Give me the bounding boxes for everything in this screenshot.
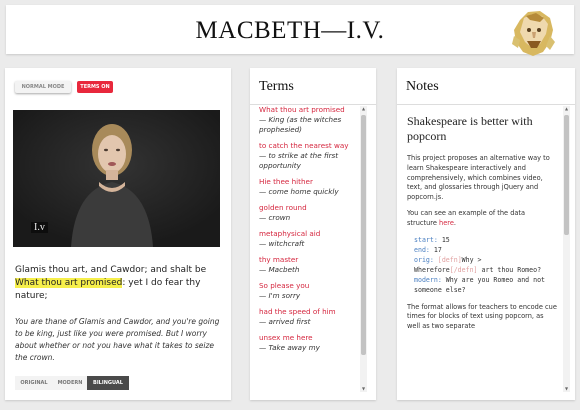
data-structure-link[interactable]: here [439, 219, 454, 227]
notes-text: You can see an example of the data struc… [407, 208, 526, 227]
term-word: What thou art promised [259, 105, 345, 114]
term-word: unsex me here [259, 333, 313, 342]
term-definition: — I'm sorry [259, 291, 301, 300]
term-item[interactable]: unsex me here — Take away my [259, 333, 363, 353]
code-tag: [defn] [437, 255, 462, 264]
term-item[interactable]: Hie thee hither — come home quickly [259, 177, 363, 197]
terms-scroll-thumb[interactable] [361, 115, 366, 355]
scroll-down-arrow-icon[interactable]: ▼ [563, 386, 570, 392]
mode-original-button[interactable]: Original [15, 376, 53, 390]
term-definition: — witchcraft [259, 239, 305, 248]
terms-panel: Terms What thou art promised — King (as t… [250, 68, 376, 400]
play-line-2: What thou art promised: yet I do fear th… [15, 277, 225, 290]
notes-paragraph: This project proposes an alternative way… [407, 154, 550, 202]
scroll-up-arrow-icon[interactable]: ▲ [563, 106, 570, 112]
term-item[interactable]: thy master — Macbeth [259, 255, 363, 275]
code-value: 15 [441, 235, 450, 244]
term-definition: — King (as the witches prophesied) [259, 115, 342, 134]
notes-title: Notes [406, 79, 439, 94]
term-definition: — Take away my [259, 343, 320, 352]
term-definition: — to strike at the first opportunity [259, 151, 339, 170]
code-value: Why > [461, 255, 482, 264]
mode-modern-button[interactable]: Modern [53, 376, 87, 390]
notes-content: Shakespeare is better with popcorn This … [407, 114, 557, 338]
term-item[interactable]: metaphysical aid — witchcraft [259, 229, 363, 249]
video-player[interactable]: I.v [13, 110, 220, 247]
term-word: had the speed of him [259, 307, 336, 316]
notes-scrollbar[interactable]: ▲ ▼ [563, 106, 570, 392]
term-item[interactable]: So please you — I'm sorry [259, 281, 363, 301]
terms-on-button[interactable]: Terms On [77, 81, 113, 93]
normal-mode-button[interactable]: Normal Mode [15, 81, 71, 93]
term-item[interactable]: What thou art promised — King (as the wit… [259, 105, 363, 135]
notes-heading: Shakespeare is better with popcorn [407, 114, 533, 143]
code-key: modern: [414, 275, 442, 284]
play-line-3: nature; [15, 291, 48, 301]
play-line-1: Glamis thou art, and Cawdor; and shalt b… [15, 265, 207, 275]
term-word: So please you [259, 281, 310, 290]
term-word: Hie thee hither [259, 177, 313, 186]
notes-paragraph: The format allows for teachers to encode… [407, 302, 557, 331]
term-word: thy master [259, 255, 299, 264]
video-timestamp: I.v [31, 222, 48, 233]
code-value: 17 [433, 245, 442, 254]
highlighted-term[interactable]: What thou art promised [15, 278, 123, 288]
notes-text: . [453, 218, 456, 227]
term-word: to catch the nearest way [259, 141, 349, 150]
term-word: golden round [259, 203, 307, 212]
header-bar: MACBETH—I.V. [6, 5, 574, 56]
code-value: Wherefore [414, 265, 450, 274]
code-key: orig: [414, 255, 434, 264]
mode-bilingual-button[interactable]: Bilingual [87, 376, 129, 390]
term-word: metaphysical aid [259, 229, 321, 238]
code-tag: [/defn] [449, 265, 478, 274]
notes-panel: Notes Shakespeare is better with popcorn… [397, 68, 575, 400]
scroll-down-arrow-icon[interactable]: ▼ [360, 386, 367, 392]
terms-list: What thou art promised — King (as the wit… [259, 105, 363, 359]
scroll-up-arrow-icon[interactable]: ▲ [360, 106, 367, 112]
term-item[interactable]: golden round — crown [259, 203, 363, 223]
term-definition: — arrived first [259, 317, 311, 326]
notes-paragraph: You can see an example of the data struc… [407, 209, 557, 229]
code-key: start: [414, 235, 438, 244]
code-sample: start: 15 end: 17 orig: [defn]Why > Wher… [414, 235, 557, 295]
term-definition: — come home quickly [259, 187, 339, 196]
term-item[interactable]: to catch the nearest way — to strike at t… [259, 141, 363, 171]
term-definition: — crown [259, 213, 291, 222]
code-key: end: [414, 245, 430, 254]
page-title: MACBETH—I.V. [195, 17, 385, 44]
video-panel: Normal Mode Terms On I.v Glam [5, 68, 231, 400]
modern-gloss: You are thane of Glamis and Cawdor, and … [15, 317, 220, 362]
term-definition: — Macbeth [259, 265, 300, 274]
term-item[interactable]: had the speed of him — arrived first [259, 307, 363, 327]
shakespeare-portrait-icon [512, 11, 555, 56]
notes-scroll-thumb[interactable] [564, 115, 569, 235]
terms-title: Terms [259, 79, 294, 94]
code-value: art thou Romeo? [481, 265, 542, 274]
notes-divider [397, 104, 575, 105]
play-line-2-rest: : yet I do fear thy [122, 278, 201, 288]
terms-scrollbar[interactable]: ▲ ▼ [360, 106, 367, 392]
